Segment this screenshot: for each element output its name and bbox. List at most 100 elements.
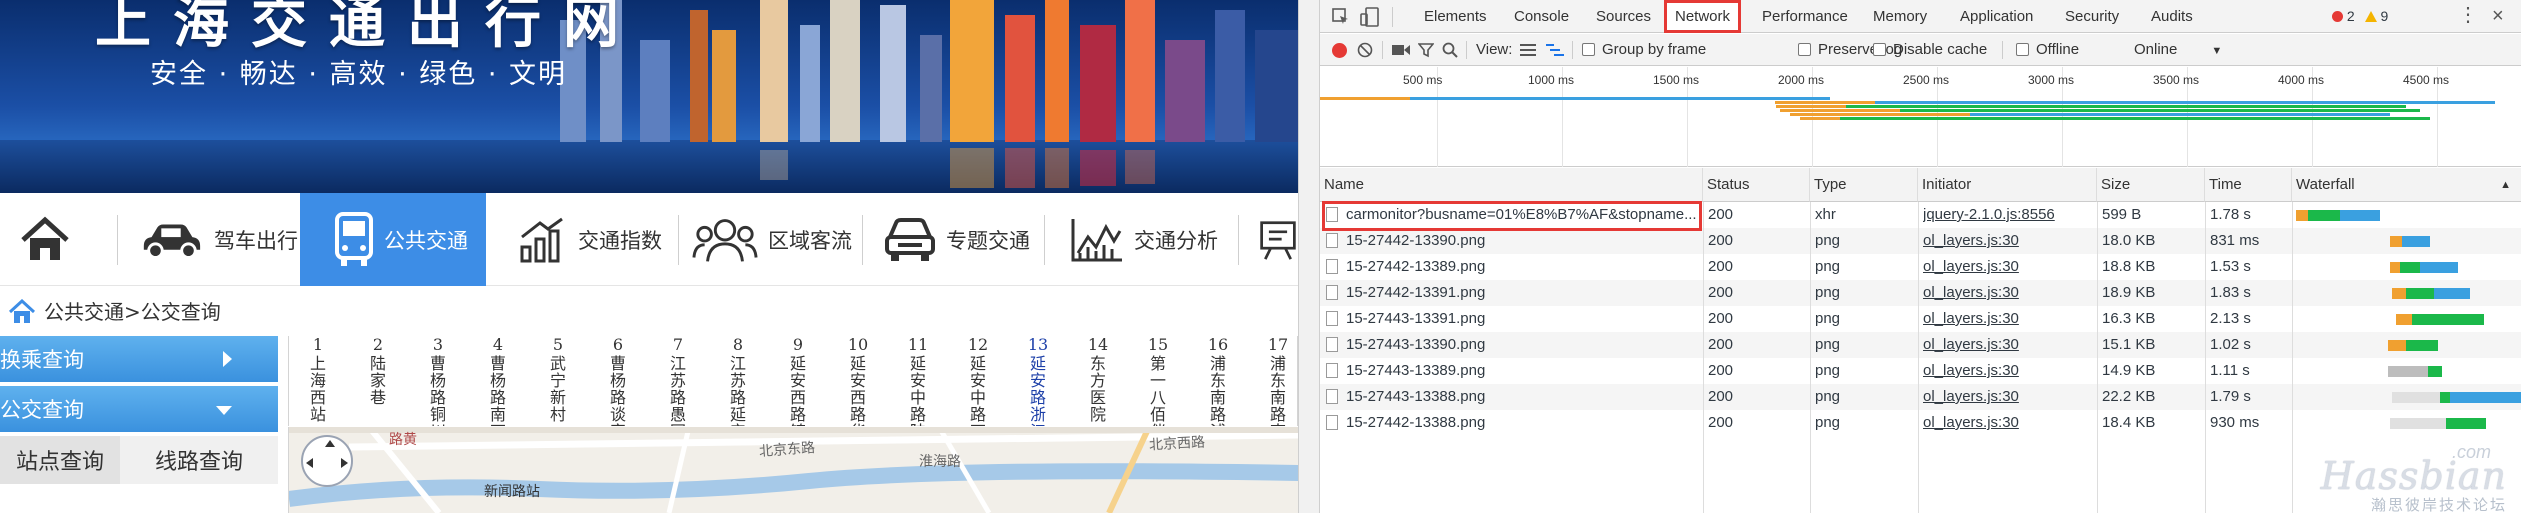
bus-stop[interactable]: 15第一八佰伴 — [1147, 336, 1169, 426]
checkbox-box[interactable] — [1582, 43, 1595, 56]
nav-regional-flow[interactable]: 区域客流 — [692, 193, 852, 286]
request-initiator[interactable]: ol_layers.js:30 — [1923, 358, 2095, 384]
search-icon[interactable] — [1442, 42, 1458, 58]
bus-stop[interactable]: 13延安路浙江中路 — [1027, 336, 1049, 426]
request-initiator[interactable]: ol_layers.js:30 — [1923, 332, 2095, 358]
camera-icon[interactable] — [1392, 44, 1410, 56]
bus-stop[interactable]: 4曹杨路南石路 — [487, 336, 509, 426]
table-row[interactable]: 15-27443-13391.png 200 png ol_layers.js:30 1… — [1320, 306, 2521, 332]
tab-elements[interactable]: Elements — [1424, 0, 1487, 33]
pan-left-icon[interactable] — [306, 458, 313, 468]
request-initiator[interactable]: jquery-2.1.0.js:8556 — [1923, 202, 2095, 228]
bus-stop[interactable]: 17浦东南路南泉路 — [1267, 336, 1289, 426]
offline-checkbox[interactable]: Offline — [2016, 34, 2079, 66]
issue-counters[interactable]: 2 9 — [2332, 0, 2388, 33]
table-row[interactable]: 15-27442-13388.png 200 png ol_layers.js:30 1… — [1320, 410, 2521, 436]
stop-name: 曹杨路谈家渡路 — [609, 354, 626, 426]
list-view-icon[interactable] — [1520, 44, 1536, 56]
bus-query-tab[interactable]: 公交查询 — [0, 386, 278, 432]
filter-icon[interactable] — [1418, 42, 1434, 58]
checkbox-box[interactable] — [1798, 43, 1811, 56]
close-icon[interactable]: × — [2492, 0, 2504, 33]
home-icon[interactable] — [8, 299, 36, 325]
table-row[interactable]: 15-27442-13389.png 200 png ol_layers.js:30 1… — [1320, 254, 2521, 280]
tab-console[interactable]: Console — [1514, 0, 1569, 33]
nav-traffic-index[interactable]: 交通指数 — [518, 193, 668, 286]
inspect-icon[interactable] — [1332, 8, 1350, 26]
more-menu-icon[interactable]: ⋮ — [2458, 0, 2478, 33]
request-initiator[interactable]: ol_layers.js:30 — [1923, 384, 2095, 410]
transfer-query-tab[interactable]: 换乘查询 — [0, 336, 278, 382]
waterfall-bar — [2388, 366, 2428, 377]
table-row[interactable]: carmonitor?busname=01%E8%B7%AF&stopname.… — [1320, 202, 2521, 228]
checkbox-box[interactable] — [1873, 43, 1886, 56]
route-map[interactable]: 路黄 北京东路 新闻路站 淮海路 北京西路 — [288, 427, 1298, 513]
stop-name: 延安中路石门一路 — [969, 354, 986, 426]
bus-stop[interactable]: 12延安中路石门一路 — [967, 336, 989, 426]
disable-cache-checkbox[interactable]: Disable cache — [1873, 34, 1987, 66]
tab-application[interactable]: Application — [1960, 0, 2033, 33]
pan-right-icon[interactable] — [341, 458, 348, 468]
bus-stop[interactable]: 8江苏路延安西路 — [727, 336, 749, 426]
request-initiator[interactable]: ol_layers.js:30 — [1923, 280, 2095, 306]
site-slogan: 安全 · 畅达 · 高效 · 绿色 · 文明 — [150, 59, 567, 90]
col-header-waterfall[interactable]: Waterfall ▲ — [2292, 168, 2521, 202]
checkbox-box[interactable] — [2016, 43, 2029, 56]
tab-audits[interactable]: Audits — [2151, 0, 2193, 33]
tab-performance[interactable]: Performance — [1762, 0, 1848, 33]
record-icon[interactable] — [1332, 43, 1347, 58]
col-header-size[interactable]: Size — [2097, 168, 2205, 202]
breadcrumb-bar: 公共交通>公交查询 — [0, 288, 1298, 336]
station-query-tab[interactable]: 站点查询 — [0, 436, 120, 484]
table-row[interactable]: 15-27443-13390.png 200 png ol_layers.js:30 1… — [1320, 332, 2521, 358]
bus-stop[interactable]: 16浦东南路浦电路 — [1207, 336, 1229, 426]
nav-traffic-analysis[interactable]: 交通分析 — [1070, 193, 1230, 286]
col-header-type[interactable]: Type — [1810, 168, 1918, 202]
request-time: 1.02 s — [2210, 336, 2251, 353]
bus-stop[interactable]: 10延安西路华山路 — [847, 336, 869, 426]
request-initiator[interactable]: ol_layers.js:30 — [1923, 228, 2095, 254]
tab-sources[interactable]: Sources — [1596, 0, 1651, 33]
col-header-time[interactable]: Time — [2205, 168, 2292, 202]
bus-stop[interactable]: 3曹杨路铜川路 — [427, 336, 449, 426]
table-row[interactable]: 15-27443-13388.png 200 png ol_layers.js:30 2… — [1320, 384, 2521, 410]
nav-special-topics[interactable]: 专题交通 — [884, 193, 1034, 286]
nav-public-transport[interactable]: 公共交通 — [300, 193, 486, 286]
request-initiator[interactable]: ol_layers.js:30 — [1923, 410, 2095, 436]
col-header-initiator[interactable]: Initiator — [1918, 168, 2097, 202]
bus-stop[interactable]: 5 武宁新村 — [547, 336, 569, 423]
request-time: 1.79 s — [2210, 388, 2251, 405]
route-query-tab[interactable]: 线路查询 — [120, 436, 278, 484]
bus-stop[interactable]: 6曹杨路谈家渡路 — [607, 336, 629, 426]
tab-memory[interactable]: Memory — [1873, 0, 1927, 33]
map-pan-control[interactable] — [301, 435, 353, 487]
device-toggle-icon[interactable] — [1360, 7, 1380, 27]
clear-icon[interactable] — [1357, 42, 1373, 58]
bus-stop[interactable]: 14 东方医院 — [1087, 336, 1109, 423]
group-by-frame-checkbox[interactable]: Group by frame — [1582, 34, 1706, 66]
bus-stop[interactable]: 9延安西路镇宁路 — [787, 336, 809, 426]
tab-network[interactable]: Network — [1664, 0, 1742, 33]
pan-up-icon[interactable] — [325, 440, 335, 447]
timeline-bar — [1410, 97, 1830, 100]
bus-stop[interactable]: 11延安中路陕西北路 — [907, 336, 929, 426]
table-row[interactable]: 15-27442-13390.png 200 png ol_layers.js:30 1… — [1320, 228, 2521, 254]
col-header-name[interactable]: Name — [1320, 168, 1703, 202]
panel-divider[interactable] — [1298, 0, 1320, 513]
throttling-select[interactable]: Online ▼ — [2134, 34, 2222, 66]
tab-security[interactable]: Security — [2065, 0, 2119, 33]
col-header-status[interactable]: Status — [1703, 168, 1810, 202]
bus-stop-list: 1上海西站 2陆家巷 3曹杨路铜川路 4曹杨路南石路 5武宁新村 6曹杨路谈家渡路 7江苏路… — [288, 336, 1298, 426]
bus-stop[interactable]: 1 上海西站 — [307, 336, 329, 423]
table-row[interactable]: 15-27442-13391.png 200 png ol_layers.js:30 1… — [1320, 280, 2521, 306]
request-initiator[interactable]: ol_layers.js:30 — [1923, 306, 2095, 332]
network-overview[interactable]: 500 ms 1000 ms 1500 ms 2000 ms 2500 ms 3000 m… — [1320, 67, 2521, 167]
bus-stop[interactable]: 7江苏路愚园路 — [667, 336, 689, 426]
table-row[interactable]: 15-27443-13389.png 200 png ol_layers.js:30 1… — [1320, 358, 2521, 384]
bus-stop[interactable]: 2 陆家巷 — [367, 336, 389, 406]
waterfall-view-icon[interactable] — [1546, 43, 1564, 57]
nav-home[interactable] — [10, 193, 80, 286]
nav-driving[interactable]: 驾车出行 — [138, 193, 298, 286]
request-initiator[interactable]: ol_layers.js:30 — [1923, 254, 2095, 280]
nav-more[interactable] — [1258, 193, 1298, 286]
